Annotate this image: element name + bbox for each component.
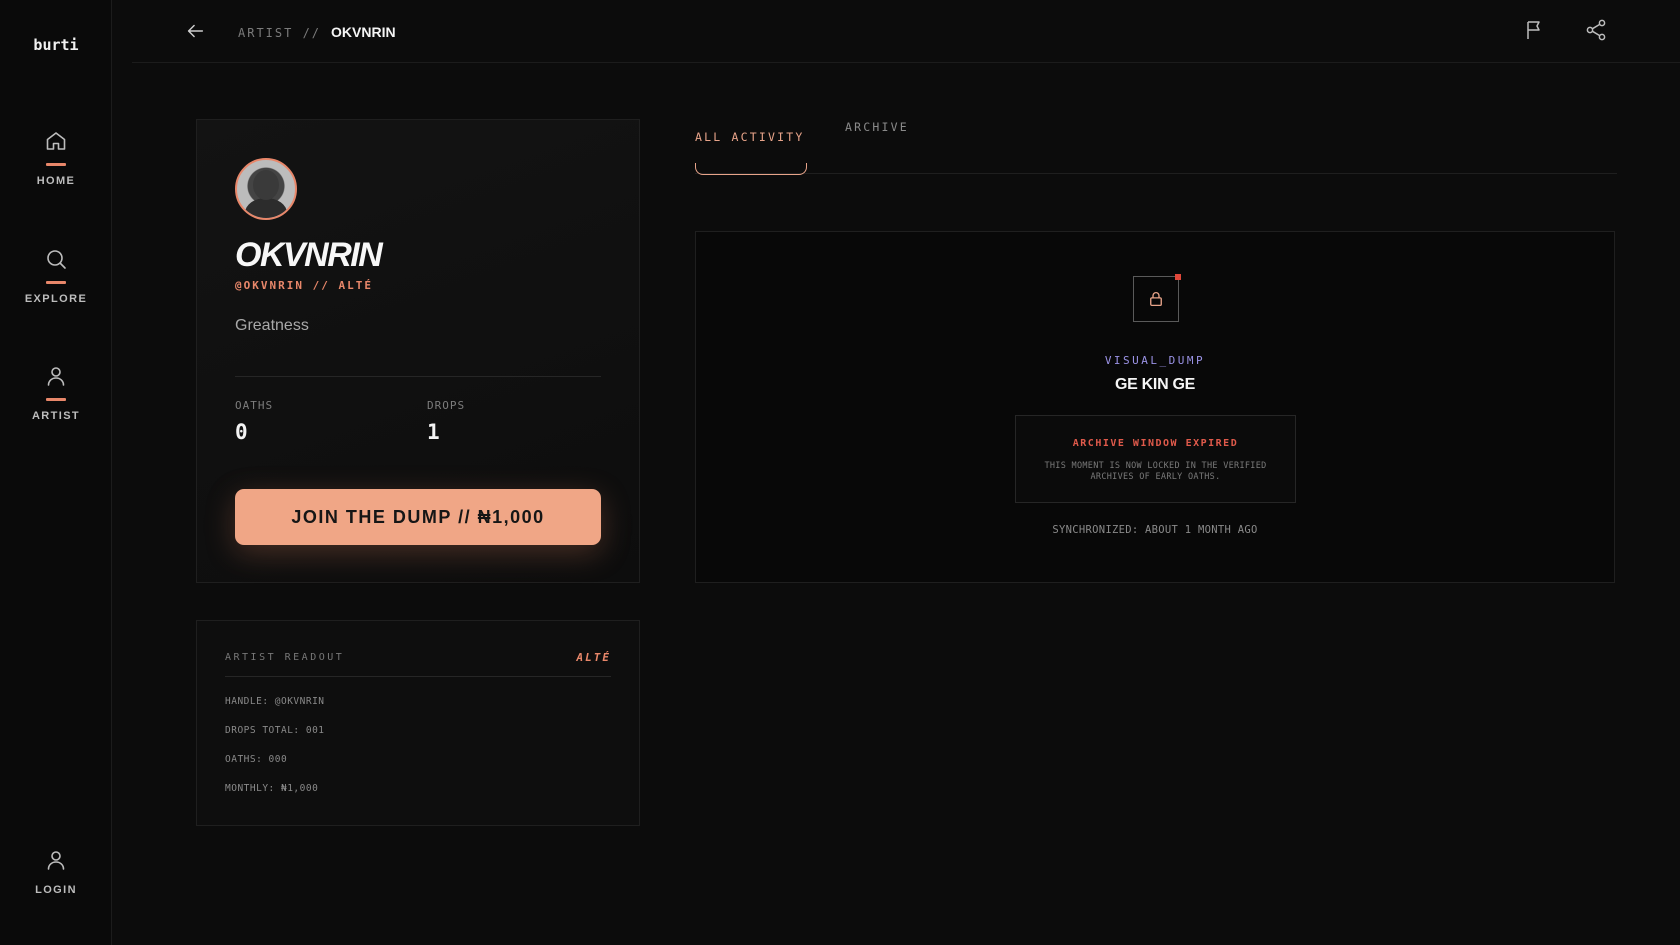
tab-label: ALL ACTIVITY [695, 130, 805, 144]
breadcrumb-current: OKVNRIN [331, 24, 396, 40]
readout-row-monthly: MONTHLY: ₦1,000 [225, 783, 319, 794]
sidebar-item-label: ARTIST [31, 410, 81, 422]
tab-active-indicator [695, 163, 807, 175]
activity-card[interactable]: VISUAL_DUMP GE KIN GE ARCHIVE WINDOW EXP… [695, 231, 1615, 583]
readout-row-oaths: OATHS: 000 [225, 754, 288, 765]
stat-value: 1 [427, 420, 440, 444]
breadcrumb-prefix[interactable]: ARTIST // [238, 26, 321, 40]
tab-all-activity[interactable]: ALL ACTIVITY [695, 130, 807, 175]
logo[interactable]: burti [0, 36, 112, 54]
sidebar-item-artist[interactable]: ARTIST [0, 364, 112, 422]
share-icon[interactable] [1584, 18, 1608, 42]
stat-label: OATHS [235, 399, 274, 412]
login-label: LOGIN [35, 884, 77, 896]
readout-row-drops: DROPS TOTAL: 001 [225, 725, 325, 736]
readout-row-handle: HANDLE: @OKVNRIN [225, 696, 325, 707]
stat-label: DROPS [427, 399, 466, 412]
notice-title: ARCHIVE WINDOW EXPIRED [1072, 438, 1239, 449]
profile-card: OKVNRIN @OKVNRIN // ALTÉ Greatness OATHS… [196, 119, 640, 583]
active-indicator [46, 163, 66, 166]
divider [225, 676, 611, 677]
archive-expired-notice: ARCHIVE WINDOW EXPIRED THIS MOMENT IS NO… [1015, 415, 1296, 503]
notice-body: THIS MOMENT IS NOW LOCKED IN THE VERIFIE… [1044, 461, 1267, 482]
readout-title: ARTIST READOUT [225, 652, 345, 663]
artist-handle: @OKVNRIN // ALTÉ [235, 279, 373, 292]
breadcrumb: ARTIST // OKVNRIN [238, 24, 396, 40]
user-icon [47, 367, 65, 386]
drop-type: VISUAL_DUMP [1104, 354, 1206, 367]
sidebar-item-explore[interactable]: EXPLORE [0, 247, 112, 305]
stat-value: 0 [235, 420, 248, 444]
app-root: burti HOME EXPLORE ARTIST LOGIN ARTIST /… [0, 0, 1680, 945]
join-dump-button[interactable]: JOIN THE DUMP // ₦1,000 [235, 489, 601, 545]
flag-icon[interactable] [1522, 18, 1546, 42]
divider [235, 376, 601, 377]
home-icon [46, 132, 66, 150]
search-icon [47, 250, 66, 269]
activity-tabs: ALL ACTIVITY ARCHIVE [695, 112, 1617, 175]
sidebar-item-label: EXPLORE [24, 293, 88, 305]
artist-name: OKVNRIN [235, 236, 383, 274]
top-bar: ARTIST // OKVNRIN [132, 0, 1680, 63]
login-button[interactable]: LOGIN [0, 848, 112, 896]
back-arrow-icon[interactable] [184, 20, 206, 42]
tab-archive[interactable]: ARCHIVE [845, 120, 909, 134]
sync-timestamp: SYNCHRONIZED: ABOUT 1 MONTH AGO [1052, 524, 1258, 536]
sidebar: burti HOME EXPLORE ARTIST LOGIN [0, 0, 112, 945]
stat-oaths: OATHS 0 [235, 399, 273, 444]
avatar[interactable] [235, 158, 297, 220]
artist-readout-panel: ARTIST READOUT ALTÉ HANDLE: @OKVNRIN DRO… [196, 620, 640, 826]
avatar-head [253, 170, 279, 200]
lock-badge [1133, 274, 1181, 322]
active-indicator [46, 398, 66, 401]
lock-icon [1150, 292, 1162, 307]
avatar-body [245, 198, 287, 218]
user-icon [47, 851, 65, 870]
drop-title: GE KIN GE [1115, 376, 1195, 393]
readout-genre: ALTÉ [576, 651, 611, 664]
notification-dot [1175, 274, 1181, 280]
active-indicator [46, 281, 66, 284]
artist-bio: Greatness [235, 317, 309, 334]
sidebar-item-label: HOME [36, 175, 76, 187]
stat-drops: DROPS 1 [427, 399, 465, 444]
sidebar-item-home[interactable]: HOME [0, 129, 112, 187]
